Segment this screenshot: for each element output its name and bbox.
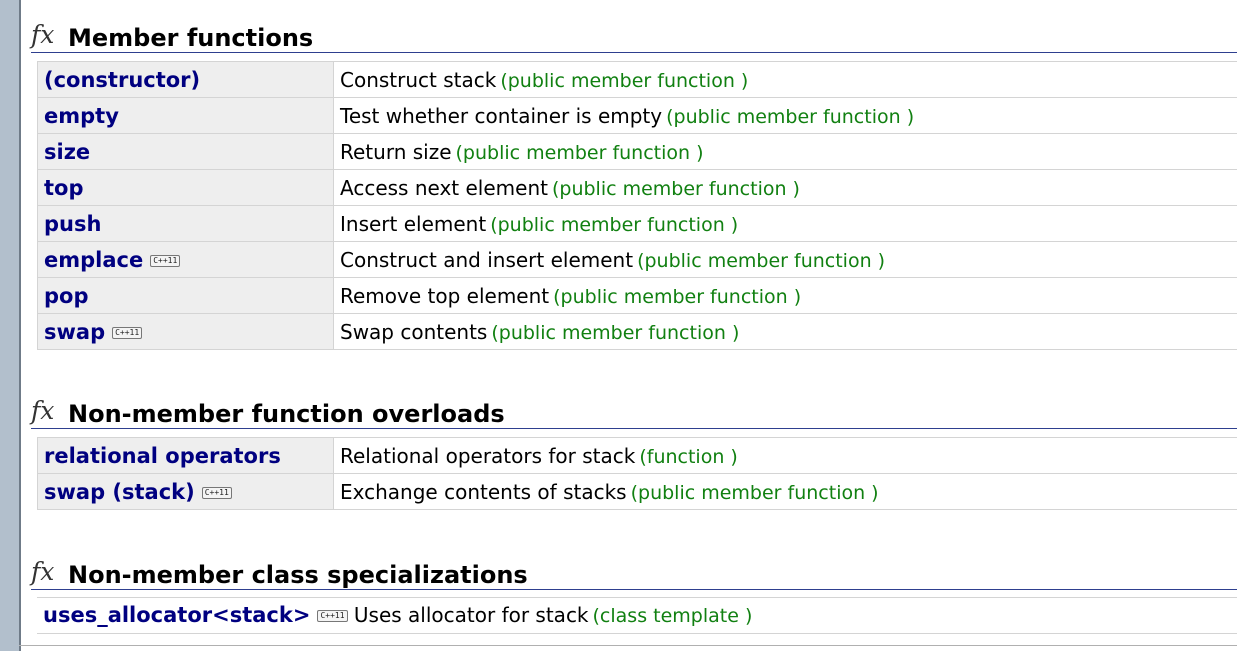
function-link[interactable]: (constructor) [44,68,200,92]
table-row: swap (stack) C++11 Exchange contents of s… [37,473,1237,510]
function-kind: (public member function ) [455,141,704,164]
non-member-overloads-table: relational operators Relational operator… [37,437,1237,510]
function-description: Test whether container is empty [340,103,663,128]
table-row: (constructor) Construct stack (public mem… [37,61,1237,98]
table-row: pop Remove top element (public member fun… [37,277,1237,314]
function-kind: (public member function ) [490,213,739,236]
table-row: uses_allocator<stack> C++11 Uses allocato… [37,597,1237,634]
function-kind: (public member function ) [637,249,886,272]
table-row: push Insert element (public member functi… [37,205,1237,242]
function-kind: (function ) [639,445,738,468]
section-header-non-member-overloads: fx Non-member function overloads [31,396,1237,429]
function-link[interactable]: relational operators [44,444,281,468]
function-link[interactable]: swap (stack) [44,480,195,504]
table-row: top Access next element (public member fu… [37,169,1237,206]
table-row: size Return size (public member function … [37,133,1237,170]
function-description: Uses allocator for stack [353,603,589,627]
function-kind: (public member function ) [551,177,800,200]
section-header-class-specializations: fx Non-member class specializations [31,557,1237,590]
fx-icon: fx [31,557,55,586]
function-description: Remove top element [340,283,550,308]
fx-icon: fx [31,396,55,425]
function-description: Return size [340,139,452,164]
function-description: Access next element [340,175,548,200]
function-kind: (public member function ) [553,285,802,308]
table-row: emplace C++11 Construct and insert elemen… [37,241,1237,278]
fx-icon: fx [31,20,55,49]
function-description: Exchange contents of stacks [340,479,627,504]
function-link[interactable]: emplace [44,248,143,272]
bottom-divider [19,645,1237,646]
function-description: Construct and insert element [340,247,634,272]
function-link[interactable]: uses_allocator<stack> [43,603,310,627]
function-link[interactable]: size [44,140,90,164]
function-description: Construct stack [340,67,497,92]
function-link[interactable]: push [44,212,101,236]
function-link[interactable]: empty [44,104,119,128]
section-title: Member functions [68,24,314,52]
cpp11-badge: C++11 [201,486,232,499]
function-link[interactable]: swap [44,320,105,344]
cpp11-badge: C++11 [317,610,348,622]
cpp11-badge: C++11 [112,326,143,339]
member-functions-table: (constructor) Construct stack (public mem… [37,61,1237,350]
section-header-member-functions: fx Member functions [31,20,1237,53]
function-kind: (class template ) [592,605,753,627]
function-link[interactable]: pop [44,284,89,308]
function-description: Insert element [340,211,487,236]
left-sidebar-strip [0,0,21,651]
function-kind: (public member function ) [500,69,749,92]
function-description: Relational operators for stack [340,443,636,468]
function-kind: (public member function ) [630,481,879,504]
section-title: Non-member class specializations [68,561,528,589]
cpp11-badge: C++11 [150,254,181,267]
table-row: relational operators Relational operator… [37,437,1237,474]
table-row: swap C++11 Swap contents (public member fu… [37,313,1237,350]
function-description: Swap contents [340,319,488,344]
function-kind: (public member function ) [491,321,740,344]
function-link[interactable]: top [44,176,84,200]
table-row: empty Test whether container is empty (pu… [37,97,1237,134]
function-kind: (public member function ) [666,105,915,128]
section-title: Non-member function overloads [68,400,505,428]
